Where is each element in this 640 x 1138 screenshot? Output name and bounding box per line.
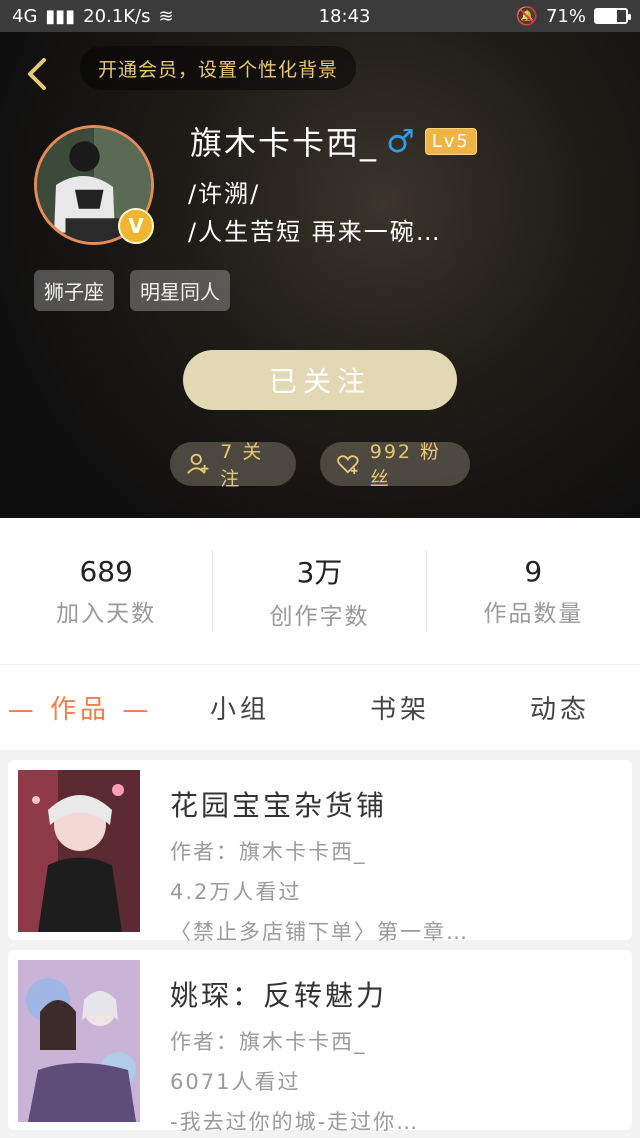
- battery-icon: [593, 8, 631, 24]
- stat-value: 9: [524, 554, 543, 588]
- book-title[interactable]: 花园宝宝杂货铺: [170, 784, 469, 824]
- following-count: 7 关注: [220, 441, 264, 490]
- tag-category[interactable]: 明星同人: [130, 270, 230, 311]
- status-left: 4G ▮▮▮ 20.1K/s ≋: [12, 6, 174, 27]
- signal-icon: ▮▮▮: [45, 5, 76, 27]
- tab-bookshelf[interactable]: 书架: [320, 689, 480, 726]
- works-list: 花园宝宝杂货铺 作者：旗木卡卡西_ 4.2万人看过 〈禁止多店铺下单〉第一章… …: [0, 750, 640, 1138]
- chevron-left-icon: [28, 58, 46, 90]
- list-item[interactable]: 姚琛：反转魅力 作者：旗木卡卡西_ 6071人看过 -我去过你的城-走过你…: [8, 950, 632, 1134]
- tab-activity[interactable]: 动态: [480, 689, 640, 726]
- username: 旗木卡卡西_: [190, 124, 379, 162]
- vip-banner-button[interactable]: 开通会员，设置个性化背景: [80, 46, 357, 90]
- bio-line-2[interactable]: /人生苦短 再来一碗…: [188, 212, 442, 247]
- network-speed: 20.1K/s: [83, 5, 151, 27]
- book-info: 姚琛：反转魅力 作者：旗木卡卡西_ 6071人看过 -我去过你的城-走过你…: [170, 974, 419, 1138]
- stat-works-count: 9 作品数量: [427, 550, 640, 632]
- book-views: 4.2万人看过: [170, 880, 302, 904]
- back-button[interactable]: [18, 54, 58, 94]
- network-indicator: 4G: [12, 5, 38, 27]
- cover-image: [18, 770, 140, 932]
- clock: 18:43: [318, 5, 371, 27]
- tab-works[interactable]: — 作品 —: [0, 689, 160, 726]
- book-excerpt: -我去过你的城-走过你…: [170, 1110, 420, 1134]
- list-item[interactable]: 花园宝宝杂货铺 作者：旗木卡卡西_ 4.2万人看过 〈禁止多店铺下单〉第一章…: [8, 760, 632, 944]
- stat-days-joined: 689 加入天数: [0, 550, 214, 632]
- add-user-icon: [187, 453, 209, 474]
- male-gender-icon: ♂: [386, 122, 417, 160]
- tag-list: 狮子座 明星同人: [34, 270, 230, 311]
- status-right: 🔕 71%: [515, 5, 631, 27]
- mute-bell-icon: 🔕: [515, 5, 538, 27]
- bio-line-1: /许溯/: [188, 180, 261, 208]
- profile-name-row: 旗木卡卡西_ ♂ Lv5: [190, 118, 477, 164]
- book-excerpt: 〈禁止多店铺下单〉第一章…: [170, 920, 469, 944]
- stat-label: 加入天数: [56, 600, 157, 627]
- profile-header: 开通会员，设置个性化背景 V 旗木卡卡西_ ♂ Lv5 /许溯/ /人生苦短 再…: [0, 32, 640, 518]
- tab-groups[interactable]: 小组: [160, 689, 320, 726]
- wifi-icon: ≋: [158, 5, 174, 27]
- stats-row: 689 加入天数 3万 创作字数 9 作品数量: [0, 518, 640, 664]
- tab-bar: — 作品 — 小组 书架 动态: [0, 664, 640, 750]
- status-bar: 4G ▮▮▮ 20.1K/s ≋ 18:43 🔕 71%: [0, 0, 640, 32]
- level-badge: Lv5: [424, 127, 477, 155]
- book-cover: [18, 960, 140, 1122]
- stat-value: 689: [79, 554, 133, 588]
- follow-button[interactable]: 已关注: [183, 350, 457, 410]
- tag-zodiac[interactable]: 狮子座: [34, 270, 114, 311]
- stat-label: 作品数量: [483, 600, 584, 627]
- following-button[interactable]: 7 关注: [170, 441, 296, 490]
- book-author: 作者：旗木卡卡西_: [170, 1030, 367, 1054]
- book-info: 花园宝宝杂货铺 作者：旗木卡卡西_ 4.2万人看过 〈禁止多店铺下单〉第一章…: [170, 784, 469, 956]
- battery-fill: [595, 10, 618, 22]
- heart-plus-icon: [337, 455, 359, 475]
- book-title[interactable]: 姚琛：反转魅力: [170, 974, 419, 1014]
- stat-label: 创作字数: [269, 604, 370, 630]
- book-author: 作者：旗木卡卡西_: [170, 840, 367, 864]
- verified-badge: V: [118, 208, 154, 244]
- fans-button[interactable]: 992 粉丝: [320, 441, 470, 490]
- battery-percent: 71%: [545, 5, 586, 27]
- fans-count: 992 粉丝: [369, 441, 442, 490]
- stat-value: 3万: [296, 556, 343, 589]
- cover-image: [18, 960, 140, 1122]
- book-cover: [18, 770, 140, 932]
- book-views: 6071人看过: [170, 1070, 301, 1094]
- stat-word-count: 3万 创作字数: [213, 550, 427, 632]
